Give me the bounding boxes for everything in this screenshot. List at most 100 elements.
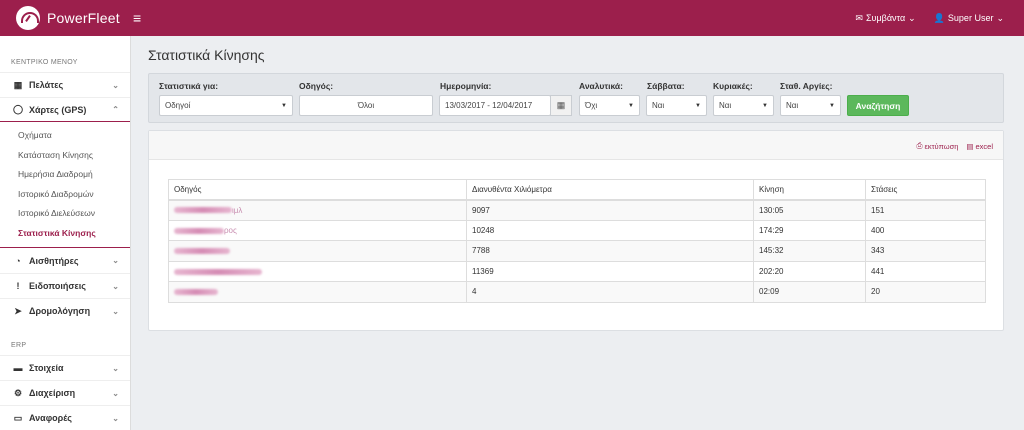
caret-down-icon: ▼ [829, 102, 835, 109]
redacted-name [174, 207, 232, 214]
sundays-value: Ναι [719, 101, 732, 110]
monitor-icon: ▭ [13, 412, 23, 423]
table-row: 11369 202:20 441 [168, 260, 986, 282]
sundays-label: Κυριακές: [713, 81, 753, 91]
sidebar-item-data[interactable]: ▬ Στοιχεία ⌄ [0, 355, 130, 380]
sidebar-subitem-daily-route[interactable]: Ημερήσια Διαδρομή [0, 165, 130, 185]
caret-down-icon: ▼ [695, 102, 701, 109]
sidebar-subitem-motion-status[interactable]: Κατάσταση Κίνησης [0, 146, 130, 166]
chevron-down-icon: ⌄ [112, 80, 119, 90]
sidebar-item-label: Αναφορές [29, 413, 72, 423]
sidebar-item-label: Δρομολόγηση [29, 306, 91, 316]
saturdays-label: Σάββατα: [647, 81, 685, 91]
table-row: 4 02:09 20 [168, 281, 986, 303]
filter-panel: Στατιστικά για: Οδηγοί ▼ Οδηγός: Όλοι Ημ… [148, 73, 1004, 123]
holidays-label: Σταθ. Αργίες: [780, 81, 833, 91]
sidebar-item-label: Αισθητήρες [29, 255, 79, 266]
circle-icon: ◯ [12, 104, 24, 114]
column-header-driver[interactable]: Οδηγός [168, 179, 467, 201]
column-header-motion[interactable]: Κίνηση [753, 179, 866, 201]
gauge-icon: ◔ [15, 255, 21, 266]
driver-cell: ρος [168, 219, 467, 241]
date-label: Ημερομηνία: [440, 81, 492, 91]
calendar-icon[interactable]: ▦ [550, 95, 572, 116]
envelope-icon: ✉ [855, 12, 863, 23]
sidebar-item-notifications[interactable]: ! Ειδοποιήσεις ⌄ [0, 273, 130, 298]
alerts-label: Συμβάντα [865, 13, 906, 23]
chevron-down-icon: ⌄ [112, 413, 119, 423]
map-icon: ▦ [13, 79, 23, 90]
print-label: εκτύπωση [924, 141, 959, 151]
caret-down-icon: ▼ [762, 102, 768, 109]
stats-for-value: Οδηγοί [165, 101, 191, 110]
speedometer-logo-icon [16, 6, 40, 30]
chevron-down-icon: ⌄ [112, 256, 119, 265]
user-label: Super User [947, 13, 994, 23]
logo[interactable]: PowerFleet [0, 6, 131, 30]
detailed-value: Όχι [585, 101, 598, 110]
sidebar-subitem-vehicles[interactable]: Οχήματα [0, 126, 130, 146]
saturdays-select[interactable]: Ναι ▼ [646, 95, 707, 116]
redacted-name [174, 227, 224, 234]
sidebar-item-label: Διαχείριση [29, 388, 76, 398]
sidebar-item-management[interactable]: ⚙ Διαχείριση ⌄ [0, 380, 130, 405]
sidebar-item-label: Χάρτες (GPS) [29, 104, 87, 115]
sidebar-subitem-motion-stats[interactable]: Στατιστικά Κίνησης [0, 224, 130, 244]
km-cell: 11369 [466, 260, 754, 282]
chevron-up-icon: ⌃ [112, 105, 119, 114]
chevron-down-icon: ⌄ [112, 363, 119, 373]
chevron-down-icon: ⌄ [112, 388, 119, 398]
results-panel: ⎙ εκτύπωση ▤ excel Οδηγός Διανυθέντα Χιλ… [148, 130, 1004, 331]
km-cell: 9097 [466, 199, 754, 221]
hamburger-icon[interactable]: ≡ [133, 10, 141, 26]
holidays-select[interactable]: Ναι ▼ [780, 95, 841, 116]
sidebar-section-main: ΚΕΝΤΡΙΚΟ ΜΕΝΟΥ [11, 59, 78, 66]
redacted-name [174, 268, 262, 275]
driver-name-suffix: ρος [224, 225, 237, 235]
sidebar-item-label: Ειδοποιήσεις [29, 281, 86, 291]
search-button[interactable]: Αναζήτηση [847, 95, 909, 116]
sidebar-item-sensors[interactable]: ◔ Αισθητήρες ⌄ [0, 248, 130, 273]
sidebar-item-routing[interactable]: ➤ Δρομολόγηση ⌄ [0, 298, 130, 323]
stats-table: Οδηγός Διανυθέντα Χιλιόμετρα Κίνηση Στάσ… [168, 179, 986, 303]
sidebar-item-reports[interactable]: ▭ Αναφορές ⌄ [0, 405, 130, 430]
sidebar-subitem-passage-history[interactable]: Ιστορικό Διελεύσεων [0, 204, 130, 224]
results-header: ⎙ εκτύπωση ▤ excel [149, 131, 1003, 160]
date-range-input[interactable]: 13/03/2017 - 12/04/2017 [439, 95, 551, 116]
app-title: PowerFleet [47, 10, 120, 26]
sidebar-subitem-route-history[interactable]: Ιστορικό Διαδρομών [0, 185, 130, 205]
sundays-select[interactable]: Ναι ▼ [713, 95, 774, 116]
caret-down-icon: ▼ [628, 102, 634, 109]
excel-label: excel [975, 141, 993, 151]
holidays-value: Ναι [786, 101, 799, 110]
exclamation-icon: ! [16, 281, 20, 291]
sidebar-item-customers[interactable]: ▦ Πελάτες ⌄ [0, 72, 130, 97]
sidebar: ΚΕΝΤΡΙΚΟ ΜΕΝΟΥ ▦ Πελάτες ⌄ ◯ Χάρτες (GPS… [0, 36, 131, 430]
chevron-down-icon: ⌄ [112, 281, 119, 291]
alerts-dropdown[interactable]: ✉ Συμβάντα ⌄ [855, 13, 915, 24]
motion-cell: 174:29 [753, 219, 866, 241]
km-cell: 10248 [466, 219, 754, 241]
truck-icon: ▬ [13, 363, 23, 373]
driver-cell: ιμλ [168, 199, 467, 221]
motion-cell: 130:05 [753, 199, 866, 221]
motion-cell: 145:32 [753, 240, 866, 262]
column-header-stops[interactable]: Στάσεις [865, 179, 986, 201]
sidebar-item-label: Στοιχεία [29, 363, 64, 373]
detailed-label: Αναλυτικά: [579, 81, 623, 91]
driver-label: Οδηγός: [299, 81, 334, 91]
column-header-km[interactable]: Διανυθέντα Χιλιόμετρα [466, 179, 754, 201]
driver-cell [168, 281, 467, 303]
excel-link[interactable]: ▤ excel [966, 141, 993, 151]
chevron-down-icon: ⌄ [112, 306, 119, 316]
sidebar-item-maps[interactable]: ◯ Χάρτες (GPS) ⌃ [0, 97, 130, 122]
top-navbar: PowerFleet ≡ ✉ Συμβάντα ⌄ 👤 Super User ⌄ [0, 0, 1024, 36]
detailed-select[interactable]: Όχι ▼ [579, 95, 640, 116]
redacted-name [174, 248, 230, 255]
user-dropdown[interactable]: 👤 Super User ⌄ [934, 13, 1004, 24]
stats-for-select[interactable]: Οδηγοί ▼ [159, 95, 293, 116]
driver-input[interactable]: Όλοι [299, 95, 433, 116]
stops-cell: 343 [865, 240, 986, 262]
print-link[interactable]: ⎙ εκτύπωση [917, 141, 959, 151]
driver-cell [168, 260, 467, 282]
